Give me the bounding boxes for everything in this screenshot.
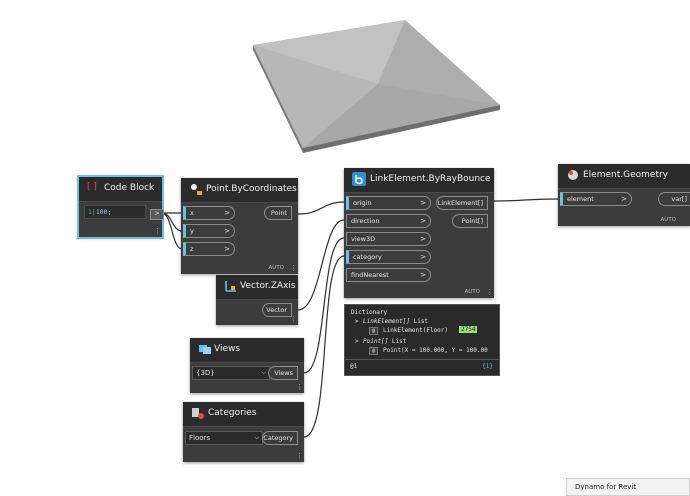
views-dropdown[interactable]: {3D} ⌵ — [192, 366, 270, 380]
node-header: Point.ByCoordinates — [181, 178, 298, 203]
code-block-icon: [ ] — [87, 182, 97, 192]
wire-categories-category — [303, 255, 345, 438]
wire-point-origin — [297, 201, 345, 215]
node-header: LinkElement.ByRayBounce — [344, 168, 494, 193]
point-bycoordinates-node[interactable]: Point.ByCoordinates x > y > z > Point AUTO … — [181, 178, 298, 274]
output-port-vector[interactable]: Vector — [262, 303, 292, 317]
categories-node[interactable]: Categories Floors ⌵ Category ⋮ — [183, 402, 304, 462]
watch-divider — [345, 359, 499, 360]
row1-value: LinkElement(Floor) — [383, 327, 449, 334]
node-menu-icon[interactable]: ⋮ — [296, 384, 303, 391]
row2-value: Point(X = 100.000, Y = 100.00 — [383, 347, 488, 354]
code-text: 100; — [95, 208, 112, 216]
dynamo-for-revit-window[interactable]: Dynamo for Revit — [566, 478, 690, 496]
dictionary-header: Dictionary — [351, 309, 388, 316]
dynamo-canvas[interactable]: [ ] Code Block 1|100; > ⋮ Point.ByCoordi… — [0, 0, 690, 496]
views-node[interactable]: Views {3D} ⌵ Views ⋮ — [190, 338, 304, 393]
categories-dropdown[interactable]: Floors ⌵ — [185, 431, 263, 445]
expand-icon[interactable]: > — [355, 338, 359, 345]
wire-vector-direction — [297, 219, 345, 311]
node-menu-icon[interactable]: ⋮ — [290, 265, 297, 272]
node-header: Element.Geometry — [558, 164, 690, 189]
list-level: @1 — [350, 363, 358, 370]
input-port-direction[interactable]: direction > — [346, 214, 431, 228]
input-port-x[interactable]: x > — [183, 206, 235, 220]
wire-code-y — [161, 212, 183, 232]
node-title: Element.Geometry — [583, 170, 668, 180]
node-menu-icon[interactable]: ⋮ — [154, 228, 161, 235]
node-menu-icon[interactable]: ⋮ — [296, 453, 303, 460]
node-title: Point.ByCoordinates — [206, 184, 297, 194]
lacing-label: AUTO — [464, 289, 480, 295]
input-port-y[interactable]: y > — [183, 224, 235, 238]
row1-label: LinkElement[] — [363, 318, 410, 325]
output-port-views[interactable]: Views — [268, 366, 298, 380]
output-port-category[interactable]: Category — [262, 431, 298, 445]
linkelement-icon — [352, 172, 366, 186]
input-port-category[interactable]: category > — [346, 250, 431, 264]
lacing-label: AUTO — [660, 217, 676, 223]
code-output-port[interactable]: > — [150, 209, 164, 220]
output-port-linkelements[interactable]: LinkElement[] — [436, 196, 488, 210]
node-menu-icon[interactable]: ⋮ — [290, 316, 297, 323]
node-menu-icon[interactable]: ⋮ — [486, 289, 493, 296]
vector-axis-icon — [224, 279, 238, 293]
input-port-element[interactable]: element > — [560, 192, 632, 206]
preview-bubble: Dictionary > LinkElement[] List @ LinkEl… — [344, 304, 500, 376]
vector-zaxis-node[interactable]: Vector.ZAxis Vector ⋮ — [216, 275, 298, 325]
chevron-down-icon: ⌵ — [254, 434, 259, 441]
chevron-down-icon: ⌵ — [261, 369, 266, 376]
input-port-findnearest[interactable]: findNearest > — [346, 268, 431, 282]
node-header: [ ] Code Block — [79, 177, 162, 202]
code-editor[interactable]: 1|100; — [84, 205, 146, 219]
node-header: Vector.ZAxis — [216, 275, 298, 300]
point-create-icon — [189, 182, 203, 196]
linkelement-byraybounce-node[interactable]: LinkElement.ByRayBounce origin > directio… — [344, 168, 494, 298]
wire-linkelement-element — [491, 198, 559, 202]
output-port-points[interactable]: Point[] — [452, 214, 488, 228]
views-icon — [198, 342, 212, 356]
node-header: Views — [190, 338, 304, 363]
output-port-point[interactable]: Point — [264, 206, 292, 220]
row2-index: @ — [369, 347, 379, 355]
input-port-origin[interactable]: origin > — [346, 196, 431, 210]
categories-icon — [191, 406, 205, 420]
list-count: {1} — [482, 363, 493, 370]
output-port-var[interactable]: var[] — [658, 192, 690, 206]
lacing-label: AUTO — [268, 265, 284, 271]
element-geometry-icon — [566, 168, 580, 182]
node-title: LinkElement.ByRayBounce — [370, 174, 491, 184]
element-geometry-node[interactable]: Element.Geometry element > var[] AUTO — [558, 164, 690, 226]
node-title: Views — [214, 344, 241, 354]
element-id-badge[interactable]: 2754 — [459, 326, 478, 333]
row1-index: @ — [369, 327, 379, 335]
node-title: Vector.ZAxis — [240, 281, 296, 291]
node-title: Categories — [208, 408, 257, 418]
node-title: Code Block — [104, 183, 155, 193]
code-block-node[interactable]: [ ] Code Block 1|100; > ⋮ — [77, 175, 164, 239]
input-port-view3d[interactable]: view3D > — [346, 232, 431, 246]
input-port-z[interactable]: z > — [183, 242, 235, 256]
expand-icon[interactable]: > — [355, 318, 359, 325]
node-header: Categories — [183, 402, 304, 427]
row2-label: Point[] — [363, 338, 389, 345]
